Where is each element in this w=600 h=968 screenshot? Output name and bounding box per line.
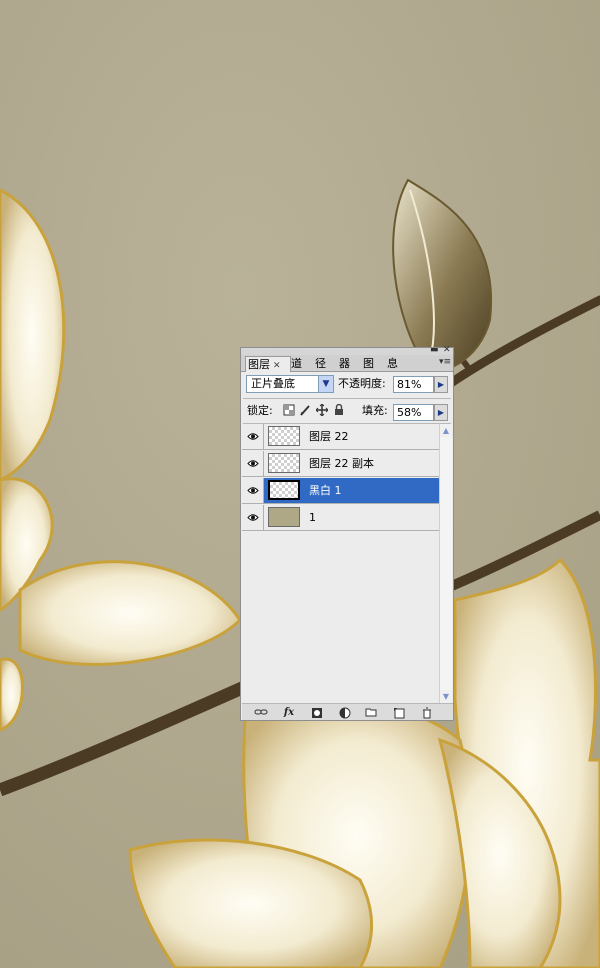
lock-transparent-icon[interactable]: [283, 404, 295, 416]
layer-row[interactable]: 图层 22: [242, 424, 439, 450]
layer-list: 图层 22 图层 22 副本 黑白 1 1: [242, 424, 439, 703]
tab-label: 道: [291, 357, 302, 370]
chevron-down-icon[interactable]: ▼: [318, 376, 333, 392]
layers-toolbar: fx: [242, 703, 453, 720]
new-group-icon[interactable]: [364, 707, 378, 719]
opacity-input[interactable]: 81%: [393, 376, 434, 393]
layer-thumbnail[interactable]: [268, 453, 300, 473]
layer-row[interactable]: 1: [242, 505, 439, 531]
lock-label: 锁定:: [247, 404, 273, 417]
scroll-up-icon[interactable]: ▲: [440, 424, 452, 437]
panel-tab-row: 图层 ✕ 道 径 器 图 息 ▾≡: [241, 355, 453, 372]
layers-panel: ▬ ✕ 图层 ✕ 道 径 器 图 息 ▾≡ 正片叠底 ▼ 不透明度: 81% ▶ …: [240, 346, 454, 721]
tab-label: 器: [339, 357, 350, 370]
visibility-toggle[interactable]: [242, 451, 264, 476]
fx-icon[interactable]: fx: [282, 707, 296, 719]
tab-label: 图层: [248, 358, 270, 371]
tab-layers[interactable]: 图层 ✕: [245, 356, 291, 372]
divider: [243, 398, 451, 399]
layer-list-scrollbar[interactable]: ▲ ▼: [439, 424, 452, 703]
opacity-label: 不透明度:: [338, 377, 386, 390]
layer-name[interactable]: 图层 22 副本: [309, 451, 374, 476]
panel-menu-icon[interactable]: ▾≡: [439, 357, 451, 367]
scroll-down-icon[interactable]: ▼: [440, 690, 452, 703]
layer-thumbnail[interactable]: [268, 426, 300, 446]
layer-name[interactable]: 图层 22: [309, 424, 349, 449]
lock-all-icon[interactable]: [333, 403, 345, 416]
delete-icon[interactable]: [420, 707, 434, 719]
eye-icon: [247, 460, 259, 467]
add-mask-icon[interactable]: [310, 707, 324, 719]
new-layer-icon[interactable]: [392, 707, 406, 719]
opacity-slider-button[interactable]: ▶: [434, 376, 448, 393]
tab-label: 径: [315, 357, 326, 370]
layer-row[interactable]: 图层 22 副本: [242, 451, 439, 477]
adjustment-layer-icon[interactable]: [338, 707, 352, 719]
layer-name[interactable]: 1: [309, 505, 316, 530]
tab-label: 息: [387, 357, 398, 370]
link-layers-icon[interactable]: [254, 707, 268, 719]
lock-position-icon[interactable]: [315, 403, 329, 417]
layer-row-selected[interactable]: 黑白 1: [242, 478, 439, 504]
visibility-toggle[interactable]: [242, 424, 264, 449]
blend-mode-value: 正片叠底: [251, 377, 295, 390]
eye-icon: [247, 514, 259, 521]
panel-title-strip[interactable]: ▬ ✕: [241, 346, 453, 355]
fill-label: 填充:: [362, 404, 388, 417]
fill-input[interactable]: 58%: [393, 404, 434, 421]
collapse-icon[interactable]: ▬: [430, 346, 439, 355]
lock-image-icon[interactable]: [299, 404, 311, 416]
blend-mode-select[interactable]: 正片叠底 ▼: [246, 375, 334, 393]
tab-info[interactable]: 息: [385, 356, 413, 371]
eye-icon: [247, 433, 259, 440]
visibility-toggle[interactable]: [242, 505, 264, 530]
layer-thumbnail[interactable]: [268, 480, 300, 500]
layer-name[interactable]: 黑白 1: [309, 478, 342, 503]
eye-icon: [247, 487, 259, 494]
close-tab-icon[interactable]: ✕: [273, 361, 281, 371]
close-panel-icon[interactable]: ✕: [443, 346, 451, 355]
fill-slider-button[interactable]: ▶: [434, 404, 448, 421]
tab-label: 图: [363, 357, 374, 370]
layer-thumbnail[interactable]: [268, 507, 300, 527]
visibility-toggle[interactable]: [242, 478, 264, 503]
